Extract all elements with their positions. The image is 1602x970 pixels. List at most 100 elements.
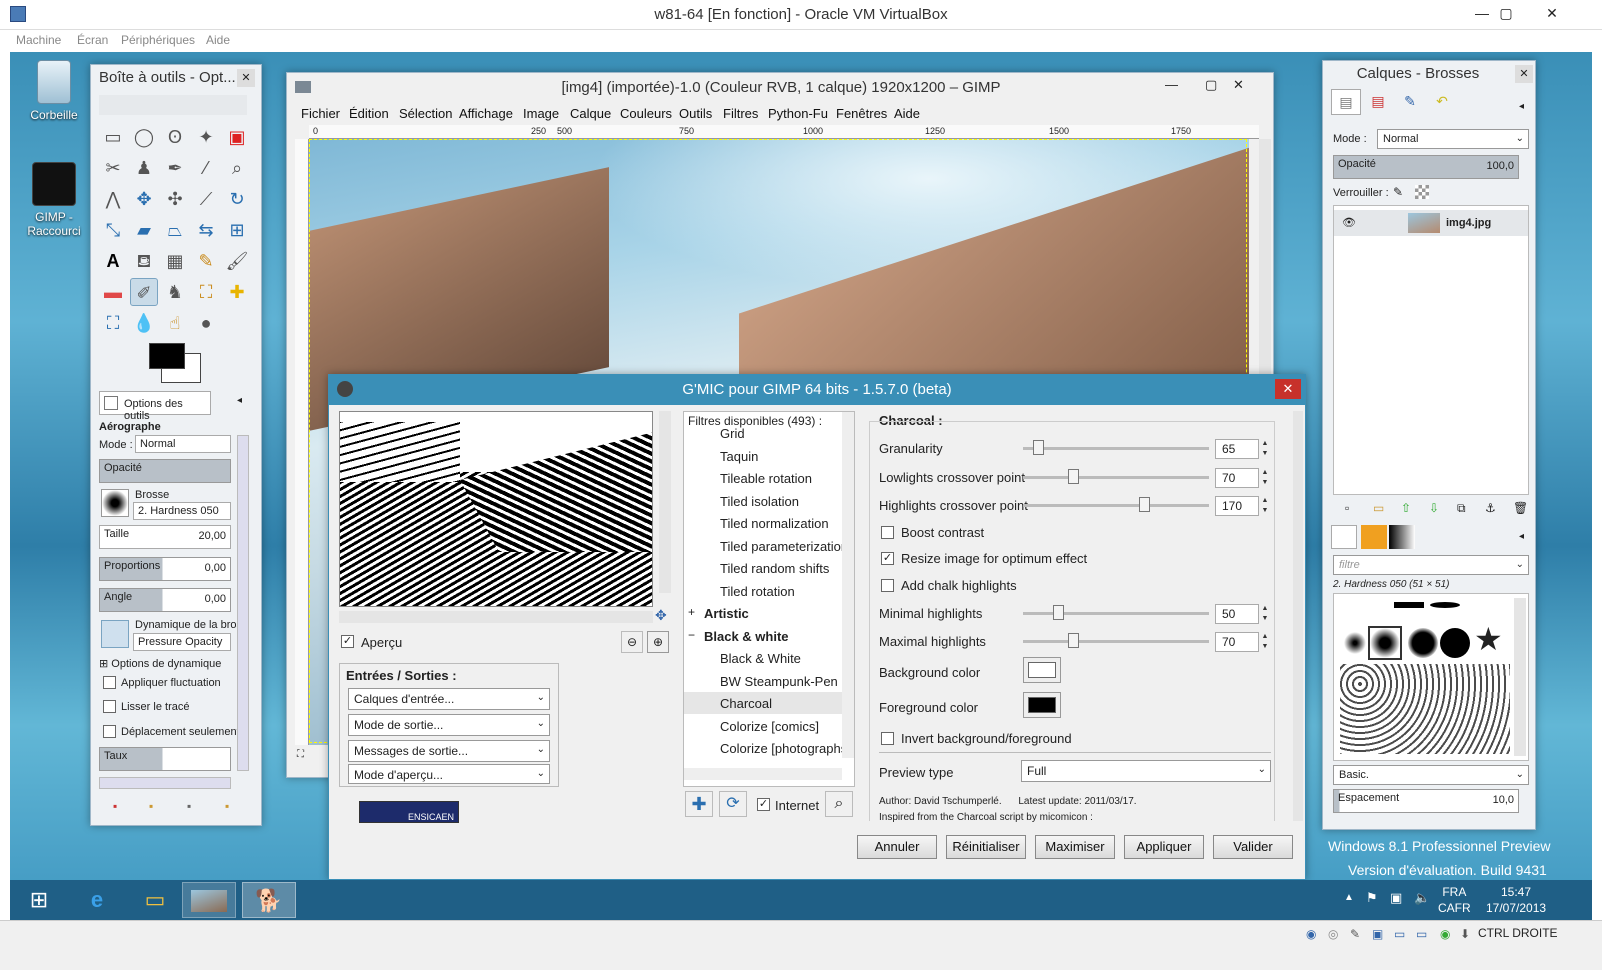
smudge-icon[interactable]: ☝ [161, 309, 189, 337]
file-explorer-icon[interactable]: ▭ [128, 882, 182, 918]
show-hidden-icons[interactable]: ▲ [1344, 892, 1354, 903]
filter-item-tileable-rotation[interactable]: Tileable rotation [720, 471, 812, 486]
configure-tab-icon[interactable]: ◂ [1519, 531, 1524, 542]
filters-vscroll[interactable] [842, 412, 854, 758]
lock-pixels-icon[interactable]: ✎ [1393, 185, 1403, 199]
ellipse-select-icon[interactable]: ◯ [130, 123, 158, 151]
fuzzy-select-icon[interactable]: ✦ [192, 123, 220, 151]
volume-icon[interactable]: 🔈 [1414, 890, 1430, 906]
lock-alpha-icon[interactable] [1415, 185, 1429, 199]
menu-help[interactable]: Aide [206, 33, 230, 47]
usb-status-icon[interactable]: ✎ [1350, 927, 1360, 941]
minimize-button[interactable]: — [1165, 77, 1178, 92]
brush-name-field[interactable]: 2. Hardness 050 [133, 502, 231, 520]
brush-item[interactable] [1394, 602, 1424, 608]
close-icon[interactable]: ✕ [1515, 65, 1533, 83]
close-button[interactable]: ✕ [1275, 379, 1301, 399]
tab-gradients[interactable] [1389, 525, 1415, 549]
dynamics-icon[interactable] [101, 620, 129, 648]
proportions-slider[interactable]: Proportions 0,00 [99, 557, 231, 581]
menu-help[interactable]: Aide [894, 106, 920, 121]
brush-filter-field[interactable]: filtre ⌄ [1333, 555, 1529, 575]
filter-category-artistic[interactable]: Artistic [704, 606, 749, 621]
crop-icon[interactable]: ⟋ [192, 185, 220, 213]
min-highlights-knob[interactable] [1053, 605, 1065, 620]
zoom-out-icon[interactable]: ⊖ [621, 631, 643, 653]
input-layers-select[interactable]: Calques d'entrée... ⌄ [348, 688, 550, 710]
measure-icon[interactable]: ⋀ [99, 185, 127, 213]
boost-contrast-checkbox[interactable] [881, 526, 894, 539]
close-button[interactable]: ✕ [1520, 2, 1584, 26]
gimp-task-icon[interactable]: 🐕 [242, 882, 296, 918]
filter-item-colorize-comics[interactable]: Colorize [comics] [720, 719, 819, 734]
output-mode-select[interactable]: Mode de sortie... ⌄ [348, 714, 550, 736]
apply-jitter-checkbox[interactable] [103, 676, 116, 689]
refresh-icon[interactable]: ⟳ [719, 791, 747, 817]
chalk-highlights-checkbox[interactable] [881, 579, 894, 592]
rate-slider[interactable]: Taux [99, 747, 231, 771]
spin-arrows-icon[interactable]: ▲ ▼ [1260, 439, 1270, 459]
gimp-image-task-icon[interactable] [182, 882, 236, 918]
horizontal-scrollbar[interactable] [99, 777, 231, 789]
anchor-layer-icon[interactable]: ⚓ [1485, 501, 1496, 515]
raise-layer-icon[interactable]: ⇧ [1401, 501, 1411, 515]
cage-icon[interactable]: ⊞ [223, 216, 251, 244]
restore-options-icon[interactable]: ▪ [149, 799, 153, 813]
brush-scrollbar[interactable] [1514, 598, 1526, 756]
move-icon[interactable]: ✥ [655, 607, 667, 624]
lowlights-spin[interactable]: 70 [1215, 468, 1259, 488]
duplicate-layer-icon[interactable]: ⧉ [1457, 501, 1466, 516]
collapse-icon[interactable]: − [688, 628, 695, 642]
filter-item-colorize-photographs[interactable]: Colorize [photographs [720, 741, 847, 756]
menu-colors[interactable]: Couleurs [620, 106, 672, 121]
eye-icon[interactable]: 👁 [1342, 216, 1356, 229]
shared-folder-status-icon[interactable]: ▭ [1394, 927, 1405, 941]
perspective-clone-icon[interactable]: ⛶ [99, 309, 127, 337]
start-button[interactable]: ⊞ [12, 882, 66, 918]
lowlights-slider[interactable] [1023, 476, 1209, 479]
bg-color-button[interactable] [1023, 657, 1061, 683]
display-status-icon[interactable]: ▭ [1416, 927, 1427, 941]
highlights-slider[interactable] [1023, 504, 1209, 507]
clone-icon[interactable]: ⛶ [192, 278, 220, 306]
max-highlights-spin[interactable]: 70 [1215, 632, 1259, 652]
ok-button[interactable]: Valider [1213, 835, 1293, 859]
add-filter-icon[interactable]: ✚ [685, 791, 713, 817]
tab-patterns[interactable] [1361, 525, 1387, 549]
resize-image-checkbox[interactable]: ✓ [881, 552, 894, 565]
new-layer-icon[interactable]: ▫ [1345, 501, 1349, 515]
ink-icon[interactable]: ♞ [161, 278, 189, 306]
menu-windows[interactable]: Fenêtres [836, 106, 887, 121]
eraser-icon[interactable]: ▬ [99, 278, 127, 306]
navigate-icon[interactable]: ⛶ [297, 749, 304, 760]
tab-paths[interactable]: ✎ [1395, 89, 1425, 115]
filter-item-tiled-parameterization[interactable]: Tiled parameterization [720, 539, 848, 554]
dynamics-options-expander[interactable]: ⊞ Options de dynamique [99, 657, 221, 670]
angle-slider[interactable]: Angle 0,00 [99, 588, 231, 612]
rotate-icon[interactable]: ↻ [223, 185, 251, 213]
layer-row[interactable]: 👁 img4.jpg [1334, 210, 1528, 236]
min-highlights-spin[interactable]: 50 [1215, 604, 1259, 624]
internet-checkbox[interactable]: ✓ [757, 798, 770, 811]
filter-item-bw-steampunk[interactable]: BW Steampunk-Pen [720, 674, 838, 689]
spin-arrows-icon[interactable]: ▲ ▼ [1260, 632, 1270, 652]
brush-preview[interactable] [101, 489, 129, 517]
filter-item-tiled-normalization[interactable]: Tiled normalization [720, 516, 829, 531]
spacing-slider[interactable]: Espacement 10,0 [1333, 789, 1519, 813]
expand-icon[interactable]: + [688, 605, 695, 619]
hdd-status-icon[interactable]: ◉ [1306, 927, 1316, 941]
configure-tab-icon[interactable]: ◂ [237, 395, 242, 406]
save-options-icon[interactable]: ▪ [113, 799, 117, 813]
close-icon[interactable]: ✕ [237, 69, 255, 87]
maximize-button[interactable]: Maximiser [1035, 835, 1115, 859]
tab-brushes[interactable] [1331, 525, 1357, 549]
pencil-icon[interactable]: ✎ [192, 247, 220, 275]
paths-icon[interactable]: ✒ [161, 154, 189, 182]
max-highlights-slider[interactable] [1023, 640, 1209, 643]
menu-screen[interactable]: Écran [77, 33, 108, 47]
granularity-spin[interactable]: 65 [1215, 439, 1259, 459]
preview-checkbox[interactable]: ✓ [341, 635, 354, 648]
tab-channels[interactable]: ▤ [1363, 89, 1393, 115]
rect-select-icon[interactable]: ▭ [99, 123, 127, 151]
granularity-knob[interactable] [1032, 440, 1044, 455]
